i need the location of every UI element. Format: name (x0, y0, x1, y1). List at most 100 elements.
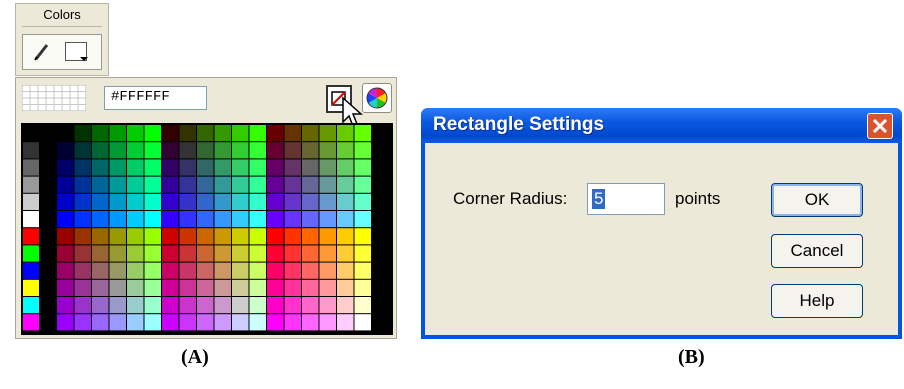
color-swatch[interactable] (337, 297, 354, 314)
color-swatch[interactable] (162, 159, 179, 176)
color-swatch[interactable] (249, 297, 267, 314)
color-swatch[interactable] (162, 262, 179, 279)
color-swatch[interactable] (302, 211, 319, 228)
color-swatch[interactable] (23, 279, 39, 296)
color-swatch[interactable] (23, 297, 39, 314)
color-swatch[interactable] (92, 228, 109, 245)
color-swatch[interactable] (57, 142, 74, 159)
color-swatch[interactable] (179, 297, 197, 314)
color-swatch[interactable] (23, 245, 39, 262)
color-swatch[interactable] (232, 193, 249, 210)
color-swatch[interactable] (109, 297, 127, 314)
color-swatch[interactable] (109, 245, 127, 262)
color-swatch[interactable] (249, 245, 267, 262)
color-swatch[interactable] (144, 279, 162, 296)
color-swatch[interactable] (302, 245, 319, 262)
color-swatch[interactable] (109, 142, 127, 159)
color-swatch[interactable] (354, 142, 372, 159)
color-swatch[interactable] (127, 125, 144, 142)
color-swatch[interactable] (57, 228, 74, 245)
color-swatch[interactable] (249, 193, 267, 210)
color-swatch[interactable] (92, 262, 109, 279)
color-swatch[interactable] (197, 314, 214, 331)
color-swatch[interactable] (337, 228, 354, 245)
color-swatch[interactable] (144, 159, 162, 176)
color-swatch[interactable] (267, 125, 284, 142)
color-swatch[interactable] (284, 279, 302, 296)
color-swatch[interactable] (74, 262, 92, 279)
color-swatch[interactable] (267, 314, 284, 331)
color-swatch[interactable] (92, 211, 109, 228)
color-swatch[interactable] (162, 176, 179, 193)
color-swatch[interactable] (74, 142, 92, 159)
color-swatch[interactable] (214, 125, 232, 142)
color-swatch[interactable] (179, 211, 197, 228)
color-swatch[interactable] (214, 279, 232, 296)
color-swatch[interactable] (214, 314, 232, 331)
color-swatch[interactable] (214, 262, 232, 279)
color-swatch[interactable] (267, 297, 284, 314)
color-swatch[interactable] (232, 262, 249, 279)
color-swatch[interactable] (354, 193, 372, 210)
color-swatch[interactable] (319, 279, 337, 296)
color-swatch[interactable] (214, 228, 232, 245)
color-swatch[interactable] (109, 279, 127, 296)
color-swatch[interactable] (249, 228, 267, 245)
color-swatch[interactable] (354, 228, 372, 245)
color-swatch[interactable] (127, 245, 144, 262)
color-swatch[interactable] (249, 262, 267, 279)
help-button[interactable]: Help (771, 284, 863, 318)
color-swatch[interactable] (109, 211, 127, 228)
color-swatch[interactable] (214, 159, 232, 176)
color-swatch[interactable] (284, 297, 302, 314)
color-swatch[interactable] (92, 176, 109, 193)
color-swatch[interactable] (319, 159, 337, 176)
color-swatch[interactable] (284, 159, 302, 176)
chevron-down-icon[interactable] (80, 57, 88, 61)
color-swatch[interactable] (284, 211, 302, 228)
color-swatch[interactable] (179, 314, 197, 331)
color-swatch[interactable] (232, 125, 249, 142)
color-swatch[interactable] (197, 193, 214, 210)
color-swatch[interactable] (127, 159, 144, 176)
color-swatch[interactable] (302, 228, 319, 245)
color-swatch[interactable] (319, 245, 337, 262)
color-swatch[interactable] (57, 211, 74, 228)
color-swatch[interactable] (214, 211, 232, 228)
ok-button[interactable]: OK (771, 183, 863, 217)
color-swatch[interactable] (197, 125, 214, 142)
color-swatch[interactable] (144, 193, 162, 210)
color-swatch[interactable] (319, 176, 337, 193)
color-swatch[interactable] (337, 314, 354, 331)
color-swatch[interactable] (284, 193, 302, 210)
color-swatch[interactable] (232, 176, 249, 193)
color-swatch[interactable] (144, 142, 162, 159)
color-swatch[interactable] (319, 297, 337, 314)
color-swatch[interactable] (179, 279, 197, 296)
color-swatch[interactable] (337, 193, 354, 210)
color-swatch[interactable] (74, 314, 92, 331)
color-swatch[interactable] (162, 211, 179, 228)
color-swatch[interactable] (127, 297, 144, 314)
color-swatch[interactable] (319, 228, 337, 245)
color-swatch[interactable] (319, 142, 337, 159)
color-swatch[interactable] (109, 159, 127, 176)
color-swatch[interactable] (319, 193, 337, 210)
color-swatch[interactable] (127, 142, 144, 159)
color-swatch[interactable] (267, 245, 284, 262)
color-swatch[interactable] (354, 297, 372, 314)
color-swatch[interactable] (57, 125, 74, 142)
color-swatch[interactable] (144, 125, 162, 142)
color-swatch[interactable] (214, 176, 232, 193)
color-swatch[interactable] (267, 142, 284, 159)
color-swatch[interactable] (232, 159, 249, 176)
color-swatch[interactable] (109, 262, 127, 279)
color-swatch[interactable] (197, 176, 214, 193)
color-swatch[interactable] (214, 193, 232, 210)
color-swatch[interactable] (267, 211, 284, 228)
color-swatch[interactable] (109, 314, 127, 331)
color-swatch[interactable] (302, 142, 319, 159)
color-swatch[interactable] (319, 262, 337, 279)
color-swatch[interactable] (162, 228, 179, 245)
color-swatch[interactable] (319, 211, 337, 228)
